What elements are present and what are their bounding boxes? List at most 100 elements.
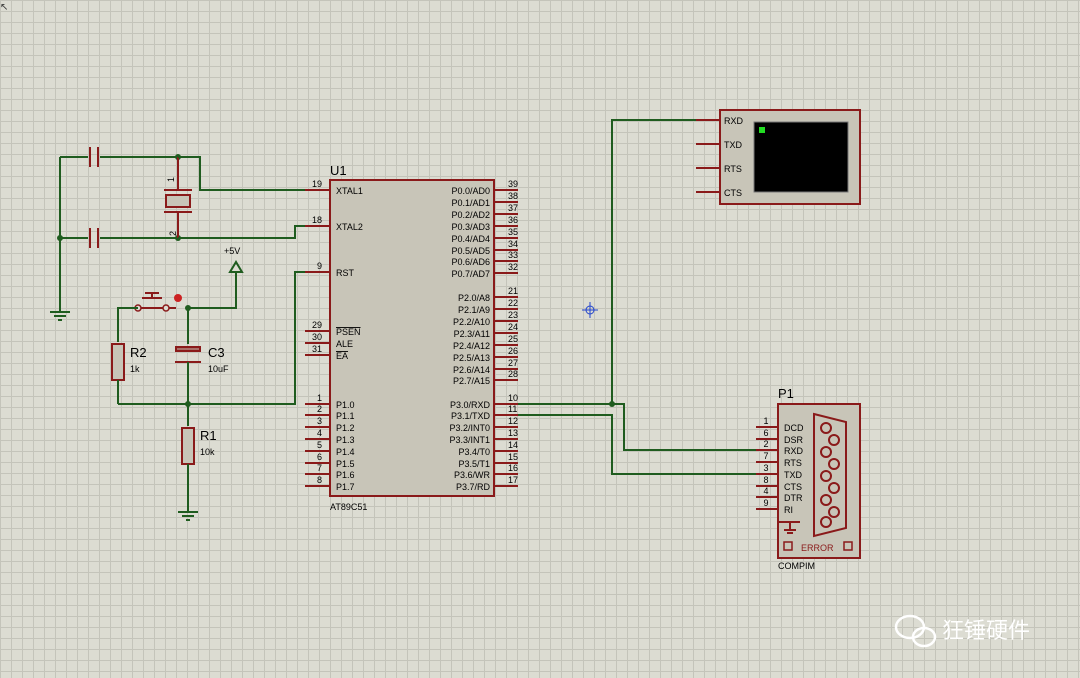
- mcu-pin-name: P0.6/AD6: [451, 257, 490, 267]
- mcu-pin-number: 30: [312, 332, 322, 342]
- mcu-pin-number: 2: [317, 404, 322, 414]
- mcu-pin-name: P1.2: [336, 423, 355, 433]
- mcu-pin-number: 35: [508, 227, 518, 237]
- mcu-pin-number: 24: [508, 322, 518, 332]
- crystal-pin1-num: 1: [166, 177, 176, 182]
- mcu-pin-number: 7: [317, 463, 322, 473]
- mcu-pin-name: P1.4: [336, 447, 355, 457]
- c3-value: 10uF: [208, 364, 229, 374]
- mcu-pin-name: P2.3/A11: [454, 329, 490, 339]
- connector-ref: P1: [778, 386, 794, 401]
- mcu-pin-number: 31: [312, 344, 322, 354]
- r2-value: 1k: [130, 364, 140, 374]
- resistor-r2[interactable]: [111, 343, 125, 381]
- terminal-pin-rts[interactable]: RTS: [696, 164, 742, 174]
- mcu-pin-name: EA: [336, 351, 348, 361]
- mcu-pin-name: P3.1/TXD: [451, 411, 491, 421]
- mcu-pin-name: P3.6/WR: [454, 470, 491, 480]
- mcu-pin-number: 19: [312, 179, 322, 189]
- button-state-indicator: [174, 294, 182, 302]
- crystal-pin2-num: 2: [168, 231, 178, 236]
- connector-pin-number: 2: [763, 439, 768, 449]
- mcu-pin-number: 39: [508, 179, 518, 189]
- connector-pin-name: RTS: [784, 458, 802, 468]
- mcu-pin-number: 38: [508, 191, 518, 201]
- mcu-pin-number: 18: [312, 215, 322, 225]
- connector-pin-name: DSR: [784, 435, 804, 445]
- reset-push-button[interactable]: [134, 292, 182, 312]
- mcu-pin-number: 26: [508, 346, 518, 356]
- mcu-pin-name: XTAL1: [336, 186, 363, 196]
- connector-part: COMPIM: [778, 561, 815, 571]
- mcu-pin-name: P3.4/T0: [458, 447, 490, 457]
- crosshair-icon: [582, 302, 598, 318]
- mcu-pin-number: 21: [508, 286, 518, 296]
- mcu-pin-number: 36: [508, 215, 518, 225]
- mcu-pin-number: 16: [508, 463, 518, 473]
- mcu-ref: U1: [330, 163, 347, 178]
- connector-pin-number: 8: [763, 475, 768, 485]
- mcu-pin-number: 10: [508, 393, 518, 403]
- mcu-pin-number: 13: [508, 428, 518, 438]
- mcu-pin-number: 4: [317, 428, 322, 438]
- connector-pin-number: 7: [763, 451, 768, 461]
- reset-section: +5V R2 1k C3 10uF R1 10k: [111, 246, 305, 521]
- mcu-pin-name: P1.1: [336, 411, 355, 421]
- mcu-pin-name: P0.2/AD2: [451, 210, 490, 220]
- mcu-pin-number: 3: [317, 416, 322, 426]
- mcu-pin-name: P1.3: [336, 435, 355, 445]
- connector-pin-number: 6: [763, 428, 768, 438]
- mcu-pin-name: P2.1/A9: [458, 305, 490, 315]
- power-arrow-icon: [228, 260, 244, 273]
- mcu-pin-number: 33: [508, 250, 518, 260]
- connector-status: ERROR: [801, 543, 834, 553]
- mcu-pin-name: P1.0: [336, 400, 355, 410]
- ground-symbol-1: [50, 311, 70, 321]
- mcu-pin-number: 1: [317, 393, 322, 403]
- mcu-pin-number: 9: [317, 261, 322, 271]
- mcu-pin-number: 6: [317, 452, 322, 462]
- watermark-text: 狂锤硬件: [942, 619, 1030, 644]
- mcu-pin-name: XTAL2: [336, 222, 363, 232]
- mcu-pin-number: 32: [508, 262, 518, 272]
- mcu-pin-number: 34: [508, 239, 518, 249]
- connector-pin-number: 3: [763, 463, 768, 473]
- terminal-screen: [753, 121, 849, 193]
- mcu-pin-name: P2.2/A10: [453, 317, 490, 327]
- mcu-pin-name: RST: [336, 268, 355, 278]
- mcu-pin-number: 8: [317, 475, 322, 485]
- r1-value: 10k: [200, 447, 215, 457]
- mcu-pin-name: P0.3/AD3: [451, 222, 490, 232]
- ground-symbol-2: [178, 511, 198, 521]
- connector-pin-name: DCD: [784, 423, 804, 433]
- mcu-pin-name: P2.0/A8: [458, 293, 490, 303]
- terminal-cursor: [759, 127, 765, 133]
- capacitor-c3[interactable]: [175, 346, 201, 363]
- connector-pin-name: RXD: [784, 446, 804, 456]
- mcu-at89c51[interactable]: U1 AT89C51 19XTAL118XTAL29RST29PSEN30ALE…: [305, 163, 518, 512]
- mcu-pin-number: 25: [508, 334, 518, 344]
- virtual-terminal[interactable]: RXD TXD RTS CTS: [696, 109, 861, 205]
- mcu-pin-name: PSEN: [336, 327, 361, 337]
- terminal-pin-name: RTS: [724, 164, 742, 174]
- mcu-pin-name: P3.7/RD: [456, 482, 491, 492]
- mcu-pin-name: P2.5/A13: [453, 353, 490, 363]
- crystal-body: [165, 194, 191, 208]
- mcu-pin-number: 12: [508, 416, 518, 426]
- schematic-drawing: 1 2 +5V R2 1k C3 10uF R1 10k U1 AT89C51 …: [0, 2, 1030, 648]
- mcu-pin-name: P2.4/A12: [453, 341, 490, 351]
- connector-pin-name: TXD: [784, 470, 803, 480]
- r1-ref: R1: [200, 428, 217, 443]
- mcu-pin-number: 37: [508, 203, 518, 213]
- mcu-pin-name: P1.6: [336, 470, 355, 480]
- mcu-pin-name: P0.5/AD5: [451, 246, 490, 256]
- mcu-part: AT89C51: [330, 502, 367, 512]
- compim-connector[interactable]: P1 COMPIM 1 DCD 6 DSR 2 RXD 7 RTS 3 TXD 8 CTS 4 DTR 9 R…: [756, 386, 861, 571]
- terminal-pin-name: CTS: [724, 188, 742, 198]
- mcu-pin-name: P1.7: [336, 482, 355, 492]
- terminal-pin-name: TXD: [724, 140, 743, 150]
- c3-ref: C3: [208, 345, 225, 360]
- connector-pin-number: 1: [763, 416, 768, 426]
- resistor-r1[interactable]: [181, 427, 195, 465]
- watermark: 狂锤硬件: [894, 614, 1030, 648]
